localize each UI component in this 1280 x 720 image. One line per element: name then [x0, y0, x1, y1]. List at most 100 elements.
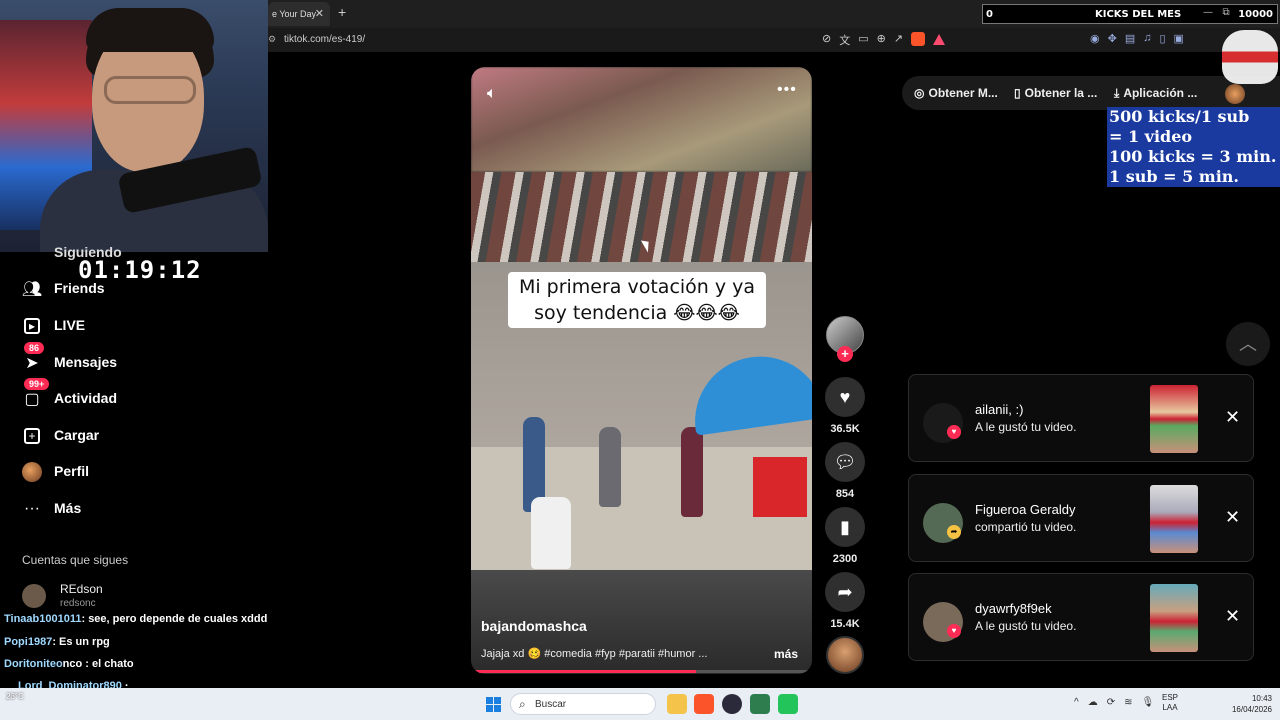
notification-card[interactable]: ➦ Figueroa Geraldy compartió tu video. ✕ [908, 474, 1254, 562]
user-avatar[interactable] [1225, 84, 1245, 104]
close-icon[interactable]: ✕ [1225, 507, 1240, 528]
like-count: 36.5K [830, 423, 860, 435]
sidebar-item-upload[interactable]: + Cargar [20, 423, 99, 449]
sidebar-item-activity[interactable]: ▢ 99+ Actividad [20, 378, 117, 412]
followed-username: redsonc [60, 598, 96, 609]
sidebar-item-live[interactable]: ▸ LIVE [20, 313, 85, 339]
description-more-link[interactable]: más [774, 647, 798, 661]
video-caption: Mi primera votación y ya soy tendencia 😂… [508, 272, 766, 328]
weather-widget[interactable]: 23°C [6, 692, 24, 701]
app-4k-icon[interactable] [722, 694, 742, 714]
app-fom-icon[interactable] [778, 694, 798, 714]
close-icon[interactable]: ✕ [1225, 407, 1240, 428]
kick-rules-overlay: 500 kicks/1 sub = 1 video 100 kicks = 3 … [1107, 107, 1280, 187]
volume-icon[interactable]: 🔈︎ [487, 85, 497, 103]
address-bar-icons: ⊘ 文 ▭ ⊕ ↗ [822, 32, 946, 48]
video-description: Jajaja xd 🥴 #comedia #fyp #paratii #humo… [481, 648, 708, 660]
taskbar-search[interactable]: ⌕ Buscar [510, 693, 656, 715]
sidebar-item-profile[interactable]: Perfil [20, 459, 89, 485]
download-app-button[interactable]: ⤓ Aplicación ... [1114, 86, 1197, 101]
window-controls-icon: — ⧉ [1203, 7, 1230, 18]
tab-close-icon[interactable]: ✕ [315, 2, 324, 26]
chat-message: Popi1987: Es un rpg [4, 636, 110, 648]
followed-avatar[interactable] [22, 584, 46, 608]
sync-icon[interactable]: ⟳ [1107, 697, 1115, 708]
share-button[interactable]: ➦ [825, 572, 865, 612]
kicks-title: KICKS DEL MES [1095, 9, 1182, 20]
like-button[interactable]: ♥ [825, 377, 865, 417]
translate-icon[interactable]: 文 [839, 32, 850, 48]
followed-accounts-title: Cuentas que sigues [22, 553, 129, 567]
share-badge-icon: ➦ [947, 525, 961, 539]
windows-start-icon[interactable] [486, 697, 501, 712]
audio-icon[interactable]: ◉ [1090, 32, 1100, 45]
save-button[interactable]: ▮ [825, 507, 865, 547]
share-icon[interactable]: ↗ [894, 32, 903, 48]
search-placeholder: Buscar [535, 699, 567, 710]
cast-icon[interactable]: ▭ [858, 32, 868, 48]
heart-badge-icon: ♥ [947, 425, 961, 439]
brave-shield-icon[interactable] [911, 32, 926, 46]
taskbar-clock[interactable]: 10:43 16/04/2026 [1216, 693, 1272, 715]
video-progress-bar[interactable] [471, 670, 812, 673]
brave-rewards-icon[interactable] [933, 34, 946, 45]
music-icon[interactable]: ♫ [1143, 32, 1151, 45]
sidebar-item-messages[interactable]: ➤ 86 Mensajes [20, 342, 117, 376]
notification-card[interactable]: ♥ ailanii, :) A le gustó tu video. ✕ [908, 374, 1254, 462]
chevron-up-icon[interactable]: ^ [1074, 697, 1079, 708]
webcam-hair-top [86, 8, 214, 52]
zoom-icon[interactable]: ⊕ [877, 32, 886, 48]
browser-tab[interactable]: e Your Day ✕ [268, 2, 330, 26]
reader-icon[interactable]: ▤ [1125, 32, 1135, 45]
messages-badge: 86 [24, 342, 45, 354]
extensions-icon[interactable]: ✥ [1108, 32, 1117, 45]
app-green-icon[interactable] [750, 694, 770, 714]
mascot-sticker [1222, 30, 1278, 84]
kicks-count: 0 [986, 9, 993, 20]
sidebar-toggle-icon[interactable]: ▯ [1159, 32, 1165, 45]
more-options-icon[interactable]: ••• [777, 81, 797, 99]
notification-user: ailanii, :) [975, 402, 1024, 417]
scroll-up-button[interactable]: ︿ [1226, 322, 1270, 366]
comment-button[interactable]: 💬︎ [825, 442, 865, 482]
search-icon: ⌕ [519, 697, 526, 711]
cloud-icon[interactable]: ☁ [1088, 697, 1098, 708]
comment-count: 854 [835, 488, 855, 500]
sidebar-item-friends[interactable]: 👥︎ Friends [20, 276, 105, 302]
site-info-icon[interactable]: ⚙ [268, 34, 276, 45]
wifi-icon[interactable]: ≋ [1124, 697, 1132, 708]
mic-icon[interactable]: 🎙︎ [1141, 697, 1154, 708]
phone-icon: ▯ [1014, 86, 1021, 100]
no-eye-icon[interactable]: ⊘ [822, 32, 831, 48]
kicks-goal: 10000 [1238, 9, 1273, 20]
brave-browser-icon[interactable] [694, 694, 714, 714]
bookmark-icon: ▮ [840, 516, 850, 537]
url-field[interactable]: tiktok.com/es-419/ [284, 34, 365, 45]
extension-icons: ◉ ✥ ▤ ♫ ▯ ▣ [1090, 32, 1184, 45]
follow-plus-icon[interactable]: + [837, 346, 853, 362]
notification-thumbnail [1150, 385, 1198, 453]
save-count: 2300 [832, 553, 858, 565]
followed-name[interactable]: REdson [60, 582, 103, 596]
get-app-button[interactable]: ▯ Obtener la ... [1014, 86, 1097, 100]
system-tray: ^ ☁ ⟳ ≋ 🎙︎ [1074, 697, 1154, 708]
notification-thumbnail [1150, 584, 1198, 652]
notification-card[interactable]: ♥ dyawrfy8f9ek A le gustó tu video. ✕ [908, 573, 1254, 661]
video-cart [753, 457, 807, 517]
language-indicator[interactable]: ESP LAA [1162, 693, 1178, 713]
video-author[interactable]: bajandomashca [481, 618, 587, 634]
new-tab-button[interactable]: + [338, 4, 346, 20]
notification-action: A le gustó tu video. [975, 619, 1077, 633]
close-icon[interactable]: ✕ [1225, 606, 1240, 627]
video-player[interactable]: Mi primera votación y ya soy tendencia 😂… [471, 67, 812, 674]
comment-icon: 💬︎ [833, 451, 857, 472]
chat-message: Doritoniteonco : el chato [4, 658, 134, 670]
share-arrow-icon: ➦ [837, 581, 853, 602]
video-progress-fill [471, 670, 697, 673]
get-coins-button[interactable]: ◎ Obtener M... [914, 86, 998, 100]
sidebar-item-more[interactable]: ··· Más [20, 496, 81, 522]
notification-user: Figueroa Geraldy [975, 502, 1076, 517]
wallet-icon[interactable]: ▣ [1174, 32, 1184, 45]
music-disc[interactable] [826, 636, 864, 674]
file-explorer-icon[interactable] [667, 694, 687, 714]
